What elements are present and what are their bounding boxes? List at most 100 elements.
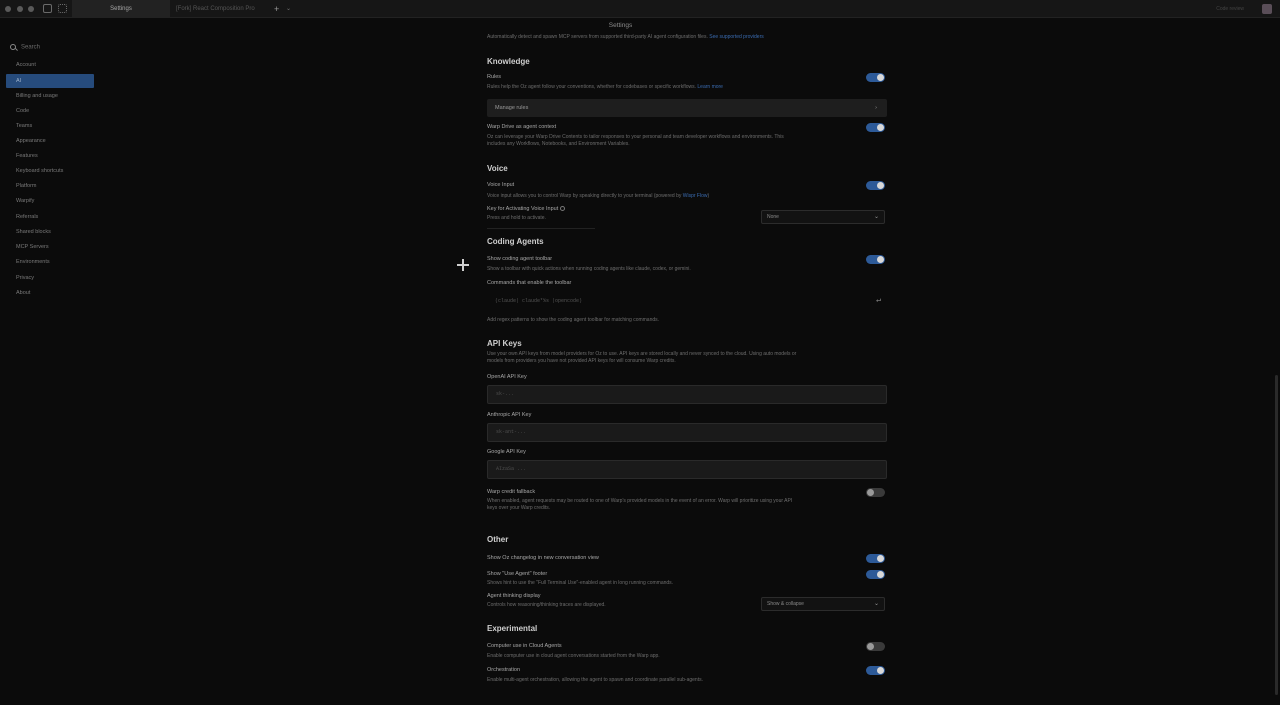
warp-drive-toggle[interactable]	[866, 123, 885, 132]
cloud-computer-use-label: Computer use in Cloud Agents	[487, 643, 562, 649]
voice-input-label: Voice Input	[487, 182, 515, 188]
supported-providers-link[interactable]: See supported providers	[709, 34, 763, 40]
voice-paren: )	[707, 193, 710, 199]
cursor-crosshair-icon	[457, 259, 469, 271]
voice-input-desc-text: Voice input allows you to control Warp b…	[487, 193, 682, 199]
use-agent-footer-desc: Shows hint to use the "Full Terminal Use…	[487, 580, 674, 586]
sidebar-item-account[interactable]: Account	[6, 58, 94, 72]
minimize-window-dot[interactable]	[17, 6, 23, 12]
coding-toolbar-toggle[interactable]	[866, 255, 885, 264]
sidebar-item-warpify[interactable]: Warpify	[6, 194, 94, 208]
thinking-display-desc: Controls how reasoning/thinking traces a…	[487, 602, 606, 608]
sidebar-item-appearance[interactable]: Appearance	[6, 134, 94, 148]
rules-toggle[interactable]	[866, 73, 885, 82]
use-agent-footer-label: Show "Use Agent" footer	[487, 571, 548, 577]
credit-fallback-toggle[interactable]	[866, 488, 885, 497]
page-title: Settings	[608, 22, 633, 29]
sidebar-item-platform[interactable]: Platform	[6, 179, 94, 193]
tab-fork-label: [Fork] React Composition Pro	[176, 6, 255, 12]
info-icon	[559, 206, 565, 212]
tab-fork-project[interactable]: [Fork] React Composition Pro	[172, 0, 268, 18]
changelog-label: Show Oz changelog in new conversation vi…	[487, 555, 599, 561]
rules-desc-text: Rules help the Oz agent follow your conv…	[487, 84, 696, 90]
commands-regex-input[interactable]: (claude| claude*%s |opencode) ↵	[487, 290, 887, 312]
rules-learn-more-link[interactable]: Learn more	[697, 84, 723, 90]
sidebar-item-code[interactable]: Code	[6, 104, 94, 118]
new-tab-button[interactable]: +	[274, 0, 279, 18]
changelog-toggle[interactable]	[866, 554, 885, 563]
wispr-flow-link[interactable]: Wispr Flow	[683, 193, 708, 199]
thinking-display-label: Agent thinking display	[487, 593, 541, 599]
tab-settings-label: Settings	[110, 6, 132, 12]
warp-drive-desc-line1: Oz can leverage your Warp Drive Contents…	[487, 134, 784, 140]
chevron-down-icon: ⌄	[873, 601, 879, 607]
search-placeholder: Search	[21, 44, 41, 51]
warp-drive-desc: Oz can leverage your Warp Drive Contents…	[487, 134, 847, 148]
sidebar-item-referrals[interactable]: Referrals	[6, 210, 94, 224]
rules-desc: Rules help the Oz agent follow your conv…	[487, 84, 723, 91]
coding-toolbar-desc: Show a toolbar with quick actions when r…	[487, 266, 691, 272]
warp-drive-desc-line2: includes any Workflows, Notebooks, and E…	[487, 141, 630, 147]
credit-fallback-label: Warp credit fallback	[487, 489, 536, 495]
sidebar-item-keyboard-shortcuts[interactable]: Keyboard shortcuts	[6, 164, 94, 178]
scrollbar[interactable]	[1275, 375, 1278, 695]
new-tab-caret-icon[interactable]: ⌄	[286, 0, 291, 18]
sidebar-item-privacy[interactable]: Privacy	[6, 271, 94, 285]
chevron-right-icon: ›	[875, 105, 877, 111]
divider	[487, 228, 595, 229]
cloud-computer-use-toggle[interactable]	[866, 642, 885, 651]
sidebar-toggle-icon[interactable]	[43, 4, 52, 13]
openai-key-label: OpenAI API Key	[487, 374, 527, 380]
search-icon	[10, 44, 16, 50]
knowledge-heading: Knowledge	[487, 57, 530, 66]
thinking-display-value: Show & collapse	[767, 601, 804, 607]
sidebar-item-about[interactable]: About	[6, 286, 94, 300]
api-keys-desc-line2: models from providers you have not provi…	[487, 358, 676, 364]
sidebar-item-shared-blocks[interactable]: Shared blocks	[6, 225, 94, 239]
commands-label: Commands that enable the toolbar	[487, 280, 572, 286]
manage-rules-label: Manage rules	[495, 105, 529, 111]
avatar[interactable]	[1262, 4, 1272, 14]
sidebar-item-mcp-servers[interactable]: MCP Servers	[6, 240, 94, 254]
openai-key-input[interactable]: sk-...	[487, 385, 887, 404]
google-key-input[interactable]: AIzaSa ...	[487, 460, 887, 479]
tab-settings[interactable]: Settings	[72, 0, 170, 18]
experimental-heading: Experimental	[487, 624, 538, 633]
voice-input-desc: Voice input allows you to control Warp b…	[487, 193, 709, 200]
voice-key-value: None	[767, 214, 779, 220]
thinking-display-select[interactable]: Show & collapse ⌄	[761, 597, 885, 611]
use-agent-footer-toggle[interactable]	[866, 570, 885, 579]
voice-key-label-text: Key for Activating Voice Input	[487, 206, 559, 212]
manage-rules-button[interactable]: Manage rules ›	[487, 99, 887, 117]
warp-drive-label: Warp Drive as agent context	[487, 124, 557, 130]
anthropic-key-label: Anthropic API Key	[487, 412, 532, 418]
chevron-down-icon: ⌄	[873, 214, 879, 220]
rules-label: Rules	[487, 74, 502, 80]
coding-agents-heading: Coding Agents	[487, 237, 544, 246]
voice-key-select[interactable]: None ⌄	[761, 210, 885, 224]
sidebar-item-teams[interactable]: Teams	[6, 119, 94, 133]
commands-desc: Add regex patterns to show the coding ag…	[487, 317, 660, 323]
close-window-dot[interactable]	[5, 6, 11, 12]
voice-key-desc: Press and hold to activate.	[487, 215, 546, 221]
orchestration-desc: Enable multi-agent orchestration, allowi…	[487, 677, 703, 683]
enter-icon[interactable]: ↵	[876, 290, 881, 312]
search-input[interactable]: Search	[10, 44, 40, 51]
other-heading: Other	[487, 535, 509, 544]
api-keys-desc-line1: Use your own API keys from model provide…	[487, 351, 797, 357]
mcp-autodetect-desc: Automatically detect and spawn MCP serve…	[487, 34, 764, 41]
cloud-computer-use-desc: Enable computer use in cloud agent conve…	[487, 653, 660, 659]
orchestration-toggle[interactable]	[866, 666, 885, 675]
sidebar-item-ai[interactable]: AI	[6, 74, 94, 88]
code-review-button[interactable]: Code review	[1216, 0, 1244, 18]
anthropic-key-input[interactable]: sk-ant-...	[487, 423, 887, 442]
voice-input-toggle[interactable]	[866, 181, 885, 190]
sidebar-item-environments[interactable]: Environments	[6, 255, 94, 269]
grid-icon[interactable]	[58, 4, 67, 13]
api-keys-heading: API Keys	[487, 339, 522, 348]
maximize-window-dot[interactable]	[28, 6, 34, 12]
coding-toolbar-label: Show coding agent toolbar	[487, 256, 553, 262]
sidebar-item-billing[interactable]: Billing and usage	[6, 89, 94, 103]
credit-fallback-desc: When enabled, agent requests may be rout…	[487, 498, 857, 512]
sidebar-item-features[interactable]: Features	[6, 149, 94, 163]
